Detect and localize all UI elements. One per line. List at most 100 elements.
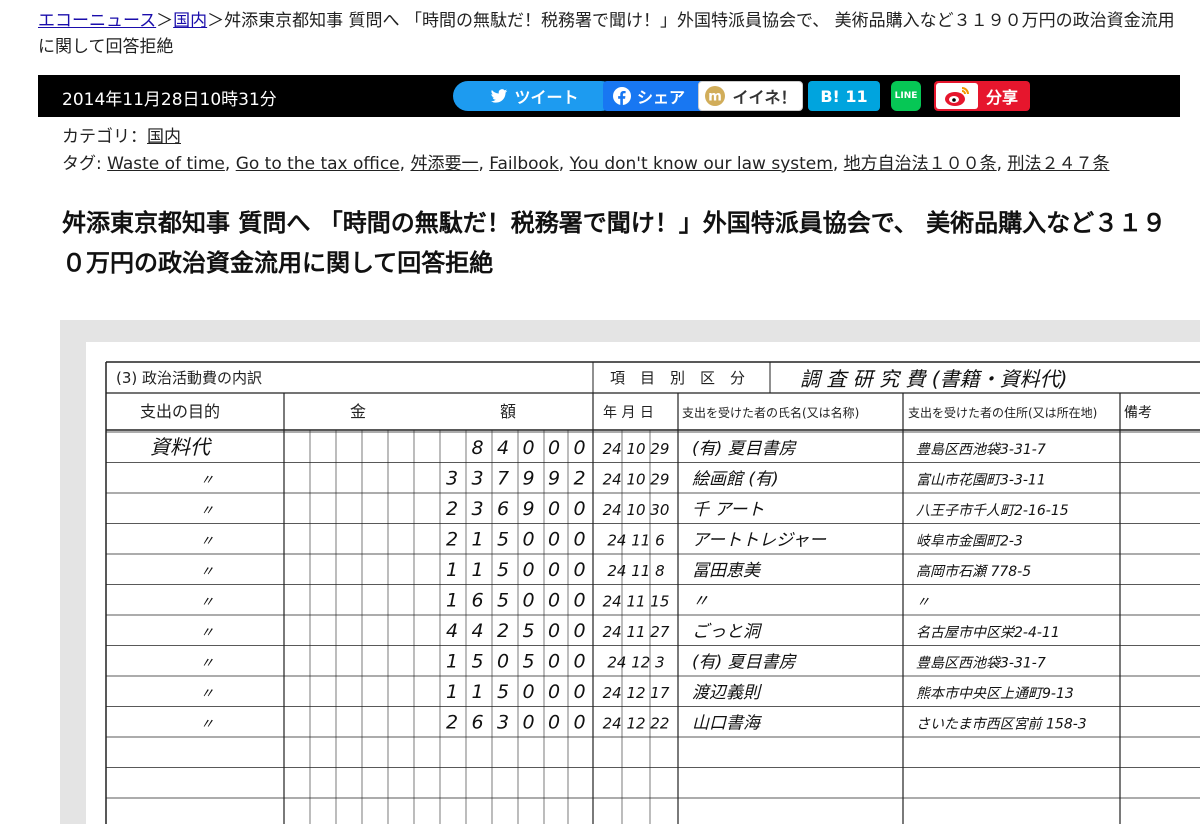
row-payee-address: 高岡市石瀬 778-5 [916,564,1031,580]
post-date: 2014年11月28日10時31分 [62,90,277,110]
hatena-bookmark-button[interactable]: B! 11 [808,81,880,111]
row-purpose: 〃 [200,534,214,550]
row-amount-digit: 4 [497,437,509,459]
row-payee-address: 豊島区西池袋3-31-7 [916,656,1046,672]
header-date: 年 月 日 [603,405,654,421]
row-amount-digit: 1 [471,559,483,581]
row-amount-digit: 1 [446,681,458,703]
header-payee-name: 支出を受けた者の氏名(又は名称) [682,405,859,420]
header-amount: 金 [350,402,366,421]
mixi-like-label: イイネ！ [732,88,797,107]
facebook-share-label: シェア [637,88,686,107]
row-amount-digit: 1 [471,681,483,703]
row-amount-digit: 0 [548,498,560,520]
category-label: カテゴリ： [62,127,147,147]
weibo-share-button[interactable]: 分享 [934,81,1030,111]
row-amount-digit: 6 [497,498,509,520]
row-amount-digit: 0 [522,529,534,551]
weibo-share-label: 分享 [985,88,1018,107]
row-amount-digit: 0 [522,590,534,612]
row-date: 24 11 8 [607,562,664,580]
row-amount-digit: 0 [522,712,534,734]
row-amount-digit: 5 [522,651,534,673]
row-amount-digit: 0 [522,437,534,459]
row-date: 24 11 15 [603,593,670,611]
tag-link[interactable]: Failbook [489,154,559,174]
line-share-button[interactable]: LINE [891,81,921,111]
row-amount-digit: 0 [573,498,585,520]
row-payee-name: 〃 [692,592,709,612]
header-notes: 備考 [1124,405,1152,421]
weibo-icon [936,83,978,109]
mixi-icon: m [704,85,726,107]
row-payee-address: さいたま市西区宮前 158-3 [916,717,1087,733]
tweet-button[interactable]: ツイート [453,81,616,111]
row-amount-digit: 3 [446,468,458,490]
tag-link[interactable]: You don't know our law system [570,154,833,174]
tag-link[interactable]: 地方自治法１００条 [844,154,997,174]
header-purpose: 支出の目的 [140,402,220,421]
row-amount-digit: 9 [522,498,534,520]
row-payee-name: アートトレジャー [692,531,827,551]
row-amount-digit: 3 [471,468,483,490]
row-purpose: 〃 [200,473,214,489]
twitter-bird-icon [490,88,508,104]
mixi-like-button[interactable]: m イイネ！ [698,81,803,111]
row-amount-digit: 2 [446,529,458,551]
post-meta: カテゴリ：国内 タグ: Waste of time, Go to the tax… [62,124,1109,178]
tags-label: タグ: [62,154,108,174]
row-amount-digit: 4 [471,620,483,642]
row-payee-address: 豊島区西池袋3-31-7 [916,442,1046,458]
row-date: 24 11 6 [607,532,664,550]
tag-link[interactable]: Waste of time [107,154,225,174]
row-amount-digit: 0 [573,712,585,734]
row-amount-digit: 5 [497,681,509,703]
row-payee-address: 熊本市中央区上通町9-13 [916,686,1074,702]
row-payee-name: (有) 夏目書房 [692,439,798,459]
row-payee-address: 富山市花園町3-3-11 [916,473,1046,489]
row-payee-address: 八王子市千人町2-16-15 [916,503,1069,519]
row-amount-digit: 6 [471,590,483,612]
row-purpose: 資料代 [150,435,212,459]
category-link[interactable]: 国内 [147,127,181,147]
row-amount-digit: 2 [573,468,585,490]
row-amount-digit: 0 [497,651,509,673]
doc-category-label: 項 目 別 区 分 [610,369,745,387]
row-amount-digit: 1 [446,559,458,581]
tag-link[interactable]: 舛添要一 [410,154,478,174]
row-date: 24 10 30 [603,501,670,519]
row-amount-digit: 0 [573,620,585,642]
row-amount-digit: 0 [522,681,534,703]
row-payee-name: 山口書海 [692,714,763,734]
row-amount-digit: 9 [548,468,560,490]
header-amount: 額 [500,402,516,421]
share-bar: 2014年11月28日10時31分 ツイート シェア m イイネ！ B! 11 … [38,75,1180,117]
row-payee-name: 千 アート [692,500,764,520]
breadcrumb-home-link[interactable]: エコーニュース [38,11,156,31]
row-payee-name: 渡辺義則 [692,683,763,703]
row-purpose: 〃 [200,564,214,580]
row-date: 24 10 29 [603,471,670,489]
facebook-icon [613,87,631,105]
row-amount-digit: 0 [522,559,534,581]
row-date: 24 10 29 [603,440,670,458]
row-amount-digit: 5 [497,529,509,551]
row-date: 24 12 17 [603,684,670,702]
tag-link[interactable]: Go to the tax office [236,154,400,174]
row-amount-digit: 0 [548,437,560,459]
breadcrumb-separator: ＞ [207,11,225,31]
breadcrumb-category-link[interactable]: 国内 [173,11,207,31]
tag-link[interactable]: 刑法２４７条 [1007,154,1109,174]
row-amount-digit: 0 [548,712,560,734]
row-amount-digit: 1 [446,651,458,673]
row-amount-digit: 1 [471,529,483,551]
row-date: 24 11 27 [603,623,670,641]
row-amount-digit: 0 [573,681,585,703]
doc-section-title: (3) 政治活動費の内訳 [116,369,262,387]
doc-category-value: 調 査 研 究 費 (書籍・資料代) [800,367,1067,391]
row-payee-address: 名古屋市中区栄2-4-11 [916,625,1060,641]
row-amount-digit: 8 [471,437,483,459]
document-image: (3) 政治活動費の内訳 項 目 別 区 分 調 査 研 究 費 (書籍・資料代… [60,320,1200,824]
header-payee-address: 支出を受けた者の住所(又は所在地) [908,406,1097,420]
row-amount-digit: 0 [548,681,560,703]
